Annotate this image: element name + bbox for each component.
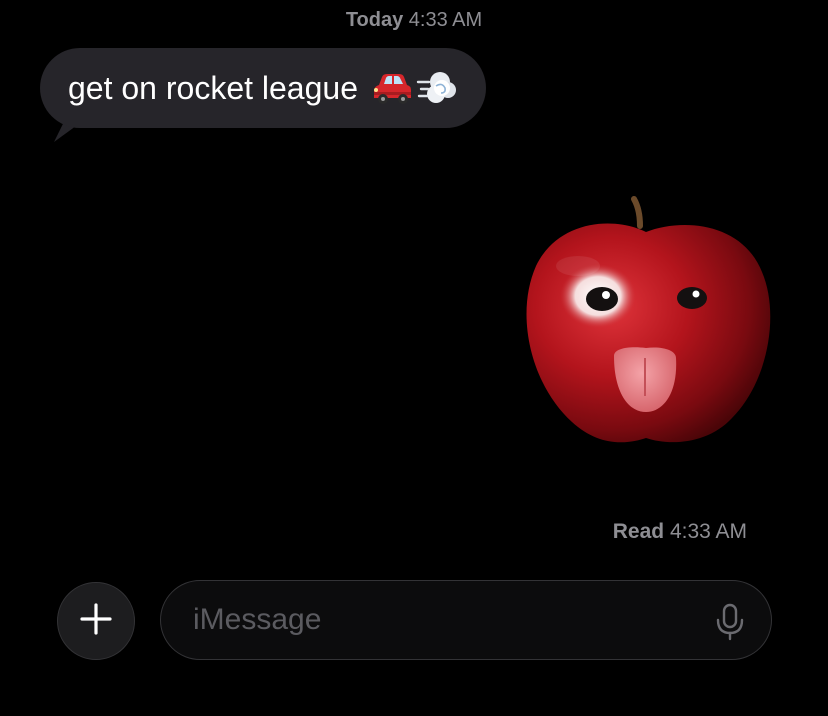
plus-icon	[80, 602, 112, 640]
conversation-timestamp: Today 4:33 AM	[0, 8, 828, 32]
dash-cloud-icon	[416, 68, 458, 108]
microphone-icon[interactable]	[715, 603, 745, 641]
message-text: get on rocket league	[68, 70, 358, 106]
message-input[interactable]: iMessage	[160, 580, 772, 660]
red-car-icon	[370, 68, 414, 108]
incoming-message[interactable]: get on rocket league	[40, 48, 486, 142]
message-input-placeholder: iMessage	[193, 603, 322, 636]
message-bubble[interactable]: get on rocket league	[40, 48, 486, 128]
add-attachment-button[interactable]	[57, 582, 135, 660]
read-receipt: Read 4:33 AM	[613, 520, 747, 544]
read-time: 4:33 AM	[669, 520, 747, 543]
read-status: Read	[612, 520, 665, 543]
timestamp-day: Today	[345, 9, 404, 31]
message-emojis	[370, 68, 458, 108]
apple-face-sticker[interactable]	[518, 196, 776, 452]
timestamp-time: 4:33 AM	[408, 9, 483, 31]
